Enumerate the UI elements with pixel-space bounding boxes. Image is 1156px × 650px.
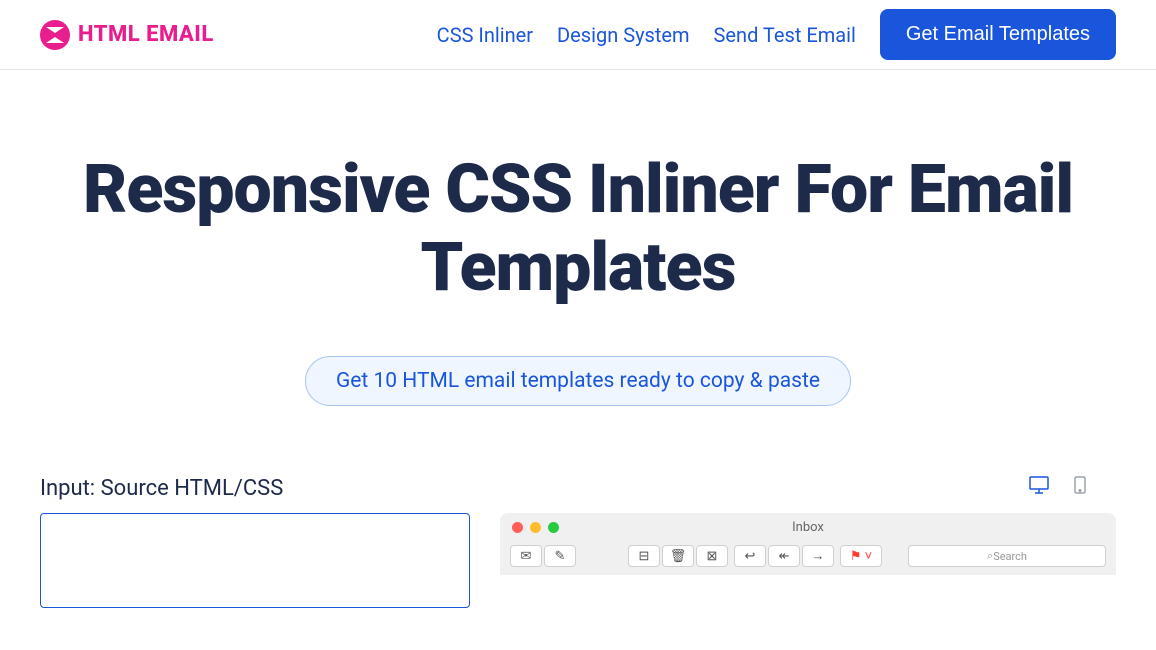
view-toggles	[500, 476, 1116, 498]
main-nav: CSS Inliner Design System Send Test Emai…	[437, 9, 1116, 60]
nav-design-system[interactable]: Design System	[557, 23, 690, 47]
reply-icon[interactable]: ↩	[734, 545, 766, 567]
window-title: Inbox	[792, 520, 824, 535]
delete-icon[interactable]: 🗑	[662, 545, 694, 567]
input-label: Input: Source HTML/CSS	[40, 476, 470, 501]
mobile-view-icon[interactable]	[1074, 476, 1086, 498]
search-box[interactable]: ⌕ Search	[908, 545, 1106, 567]
hero-title: Responsive CSS Inliner For Email Templat…	[40, 150, 1116, 306]
search-placeholder: Search	[993, 550, 1027, 563]
reply-all-icon[interactable]: ↞	[768, 545, 800, 567]
hero-cta-link[interactable]: Get 10 HTML email templates ready to cop…	[305, 356, 851, 406]
toolbar-group-compose: ✉ ✎	[510, 545, 576, 567]
nav-send-test-email[interactable]: Send Test Email	[714, 23, 856, 47]
maximize-window-icon[interactable]	[548, 522, 559, 533]
junk-icon[interactable]: ⊠	[696, 545, 728, 567]
archive-icon[interactable]: ⊟	[628, 545, 660, 567]
compose-icon[interactable]: ✎	[544, 545, 576, 567]
get-mail-icon[interactable]: ✉	[510, 545, 542, 567]
logo[interactable]: HTML EMAIL	[40, 20, 214, 50]
logo-text: HTML EMAIL	[78, 22, 214, 47]
get-templates-button[interactable]: Get Email Templates	[880, 9, 1116, 60]
logo-icon	[40, 20, 70, 50]
preview-body	[500, 575, 1116, 605]
preview-panel: Inbox ✉ ✎ ⊟ 🗑 ⊠ ↩ ↞ → ⚑ ˅	[500, 476, 1116, 612]
hero-section: Responsive CSS Inliner For Email Templat…	[0, 70, 1156, 446]
window-toolbar: ✉ ✎ ⊟ 🗑 ⊠ ↩ ↞ → ⚑ ˅ ⌕ Search	[500, 541, 1116, 575]
preview-window: Inbox ✉ ✎ ⊟ 🗑 ⊠ ↩ ↞ → ⚑ ˅	[500, 513, 1116, 605]
toolbar-group-organize: ⊟ 🗑 ⊠	[628, 545, 728, 567]
page-header: HTML EMAIL CSS Inliner Design System Sen…	[0, 0, 1156, 70]
desktop-view-icon[interactable]	[1029, 476, 1049, 498]
close-window-icon[interactable]	[512, 522, 523, 533]
input-panel: Input: Source HTML/CSS	[40, 476, 470, 612]
nav-css-inliner[interactable]: CSS Inliner	[437, 23, 533, 47]
forward-icon[interactable]: →	[802, 545, 834, 567]
minimize-window-icon[interactable]	[530, 522, 541, 533]
traffic-lights	[512, 522, 559, 533]
flag-icon[interactable]: ⚑ ˅	[840, 545, 882, 567]
content-area: Input: Source HTML/CSS	[0, 446, 1156, 612]
window-titlebar: Inbox	[500, 513, 1116, 541]
toolbar-group-reply: ↩ ↞ →	[734, 545, 834, 567]
source-html-textarea[interactable]	[40, 513, 470, 608]
